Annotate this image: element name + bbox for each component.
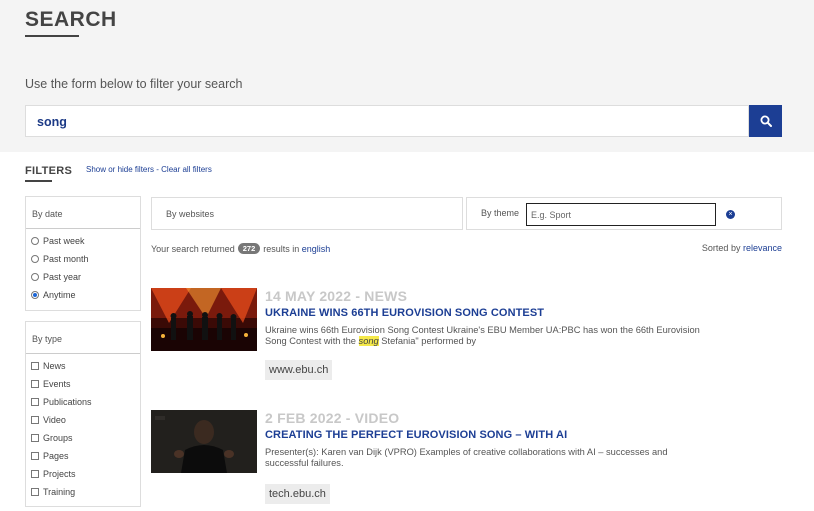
filter-links: Show or hide filters - Clear all filters (86, 165, 212, 174)
result-meta: 2 FEB 2022 - VIDEO (265, 410, 400, 426)
date-option-past-month[interactable]: Past month (26, 250, 140, 268)
radio-button[interactable] (31, 237, 39, 245)
search-result: 2 FEB 2022 - VIDEO CREATING THE PERFECT … (151, 410, 781, 507)
type-filter-panel: By type News Events Publications Video G… (25, 321, 141, 507)
checkbox[interactable] (31, 434, 39, 442)
result-site-tag[interactable]: www.ebu.ch (265, 360, 333, 380)
language-link[interactable]: english (302, 244, 331, 254)
search-result: 14 MAY 2022 - NEWS UKRAINE WINS 66TH EUR… (151, 288, 781, 383)
type-option-label: Publications (43, 397, 92, 407)
date-option-label: Past year (43, 272, 82, 282)
sort-relevance-link[interactable]: relevance (743, 243, 782, 253)
search-header: SEARCH Use the form below to filter your… (0, 0, 814, 152)
summary-prefix: Your search returned (151, 243, 235, 254)
date-filter-panel: By date Past week Past month Past year A… (25, 196, 141, 311)
date-option-anytime[interactable]: Anytime (26, 286, 140, 304)
date-option-past-year[interactable]: Past year (26, 268, 140, 286)
sorted-prefix: Sorted by (701, 243, 741, 253)
title-underline (25, 35, 79, 37)
search-icon (760, 115, 772, 127)
show-hide-filters-link[interactable]: Show or hide filters (86, 165, 154, 174)
sort-info: Sorted by relevance (702, 243, 782, 253)
filters-heading: FILTERS (25, 165, 73, 177)
checkbox[interactable] (31, 470, 39, 478)
type-option-label: Video (43, 415, 66, 425)
checkbox[interactable] (31, 362, 39, 370)
snippet-text-after: Stefania" performed by (378, 335, 477, 346)
radio-button-selected[interactable] (31, 291, 39, 299)
radio-button[interactable] (31, 255, 39, 263)
result-thumbnail[interactable] (151, 410, 257, 473)
theme-clear-icon[interactable]: × (726, 210, 735, 219)
type-option-events[interactable]: Events (26, 375, 140, 393)
theme-filter: By theme × (466, 197, 782, 230)
checkbox[interactable] (31, 398, 39, 406)
type-option-pages[interactable]: Pages (26, 447, 140, 465)
type-option-label: Events (43, 379, 71, 389)
theme-filter-label: By theme (481, 208, 520, 218)
type-filter-heading[interactable]: By type (26, 322, 140, 354)
result-snippet: Presenter(s): Karen van Dijk (VPRO) Exam… (265, 447, 705, 468)
snippet-text: Ukraine wins 66th Eurovision Song Contes… (265, 325, 700, 346)
search-input[interactable]: song (25, 105, 749, 137)
filters-underline (25, 180, 52, 182)
type-option-label: Groups (43, 433, 73, 443)
date-option-label: Past week (43, 236, 85, 246)
date-option-label: Past month (43, 254, 89, 264)
result-title-link[interactable]: CREATING THE PERFECT EUROVISION SONG – W… (265, 429, 567, 441)
page-title: SEARCH (25, 8, 117, 31)
type-option-training[interactable]: Training (26, 483, 140, 501)
result-meta: 14 MAY 2022 - NEWS (265, 288, 408, 304)
checkbox[interactable] (31, 488, 39, 496)
type-option-label: News (43, 361, 66, 371)
websites-filter[interactable]: By websites (151, 197, 463, 230)
eurovision-stage-image (151, 288, 257, 351)
type-option-label: Pages (43, 451, 69, 461)
date-option-past-week[interactable]: Past week (26, 232, 140, 250)
result-title-link[interactable]: UKRAINE WINS 66TH EUROVISION SONG CONTES… (265, 307, 544, 319)
search-intro-text: Use the form below to filter your search (25, 77, 243, 91)
result-thumbnail[interactable] (151, 288, 257, 351)
checkbox[interactable] (31, 452, 39, 460)
presenter-video-image (151, 410, 257, 473)
results-count-badge: 272 (237, 243, 261, 254)
type-option-news[interactable]: News (26, 357, 140, 375)
result-snippet: Ukraine wins 66th Eurovision Song Contes… (265, 325, 705, 346)
snippet-highlight: song (358, 335, 379, 346)
type-option-projects[interactable]: Projects (26, 465, 140, 483)
radio-button[interactable] (31, 273, 39, 281)
theme-input[interactable] (526, 203, 716, 226)
summary-middle: results in (263, 243, 300, 254)
checkbox[interactable] (31, 380, 39, 388)
date-filter-heading[interactable]: By date (26, 197, 140, 229)
type-option-publications[interactable]: Publications (26, 393, 140, 411)
checkbox[interactable] (31, 416, 39, 424)
type-option-label: Projects (43, 469, 76, 479)
type-option-groups[interactable]: Groups (26, 429, 140, 447)
date-option-label: Anytime (43, 290, 76, 300)
clear-all-filters-link[interactable]: Clear all filters (161, 165, 212, 174)
type-option-label: Training (43, 487, 76, 497)
results-summary: Your search returned 272 results in engl… (151, 243, 330, 254)
search-button[interactable] (749, 105, 782, 137)
result-site-tag[interactable]: tech.ebu.ch (265, 484, 330, 504)
snippet-text: Presenter(s): Karen van Dijk (VPRO) Exam… (265, 447, 668, 468)
type-option-video[interactable]: Video (26, 411, 140, 429)
